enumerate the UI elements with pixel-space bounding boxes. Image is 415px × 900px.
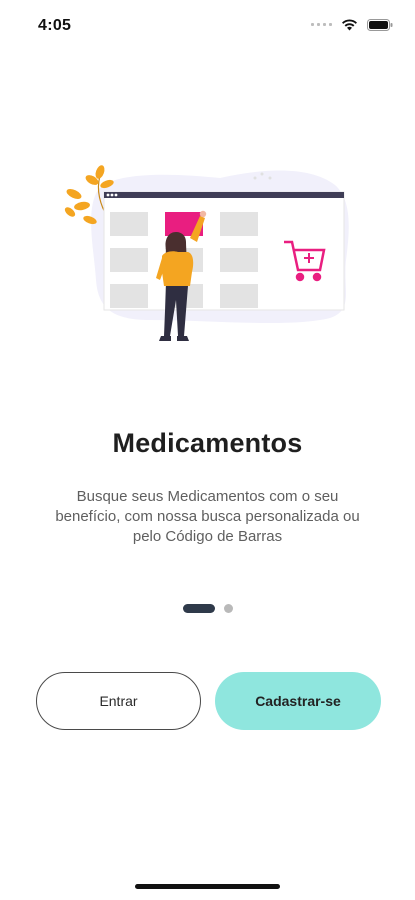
page-indicator bbox=[0, 604, 415, 613]
signup-button[interactable]: Cadastrar-se bbox=[215, 672, 381, 730]
page-dot-active[interactable] bbox=[182, 604, 215, 613]
onboarding-title: Medicamentos bbox=[112, 428, 303, 458]
battery-icon bbox=[367, 18, 393, 31]
status-bar: 4:05 bbox=[0, 0, 415, 50]
home-indicator bbox=[135, 884, 280, 889]
woman-selecting-medication-illustration bbox=[64, 165, 349, 341]
wifi-icon bbox=[342, 19, 357, 31]
login-button[interactable]: Entrar bbox=[36, 672, 201, 730]
status-icons bbox=[311, 18, 393, 31]
page-dot-inactive[interactable] bbox=[223, 604, 233, 613]
signal-dots-icon bbox=[311, 23, 332, 26]
status-time: 4:05 bbox=[38, 17, 72, 34]
onboarding-description: Busque seus Medicamentos com o seu benef… bbox=[55, 488, 360, 545]
browser-bar bbox=[104, 192, 344, 198]
